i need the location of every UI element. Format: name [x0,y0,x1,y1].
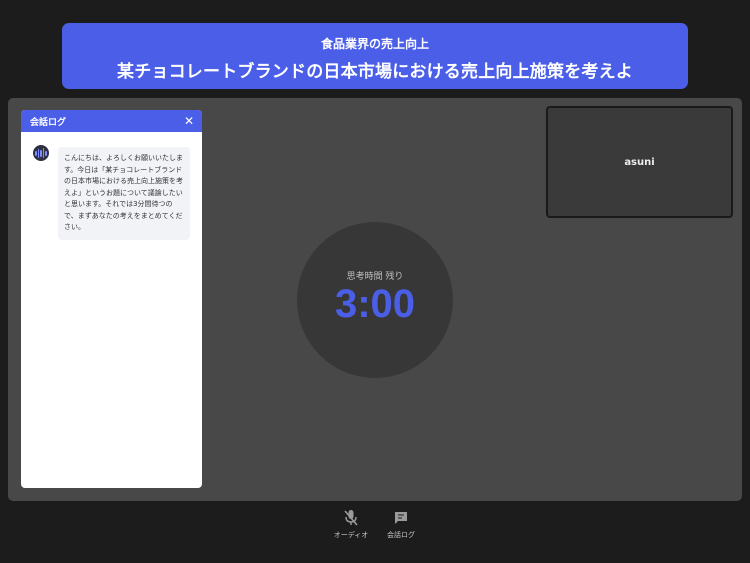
topic-title: 某チョコレートブランドの日本市場における売上向上施策を考えよ [117,62,633,82]
topic-banner: 食品業界の売上向上 某チョコレートブランドの日本市場における売上向上施策を考えよ [62,23,688,89]
chat-icon [376,508,426,528]
topic-subtitle: 食品業界の売上向上 [320,37,429,51]
conversation-log-title: 会話ログ [30,117,67,128]
conversation-log-header: 会話ログ ✕ [21,110,202,132]
mic-muted-icon [326,508,376,528]
close-icon[interactable]: ✕ [184,115,194,127]
conversation-log-panel: 会話ログ ✕ こんにちは、よろしくお願いいたします。今日は「某チョコレートブラン… [21,110,202,488]
timer-label: 思考時間 残り [346,272,404,282]
audio-label: オーディオ [333,531,369,539]
audio-button[interactable]: オーディオ [326,508,376,540]
participant-name: asuni [624,156,655,168]
thinking-timer: 思考時間 残り 3:00 [297,222,453,378]
message-bubble: こんにちは、よろしくお願いいたします。今日は「某チョコレートブランドの日本市場に… [58,147,190,240]
participant-tile: asuni [546,106,733,218]
control-bar: オーディオ 会話ログ [0,508,750,548]
timer-value: 3:00 [334,282,416,326]
conversation-log-label: 会話ログ [387,531,415,539]
conversation-log-button[interactable]: 会話ログ [376,508,426,540]
ai-avatar-icon [33,145,49,161]
